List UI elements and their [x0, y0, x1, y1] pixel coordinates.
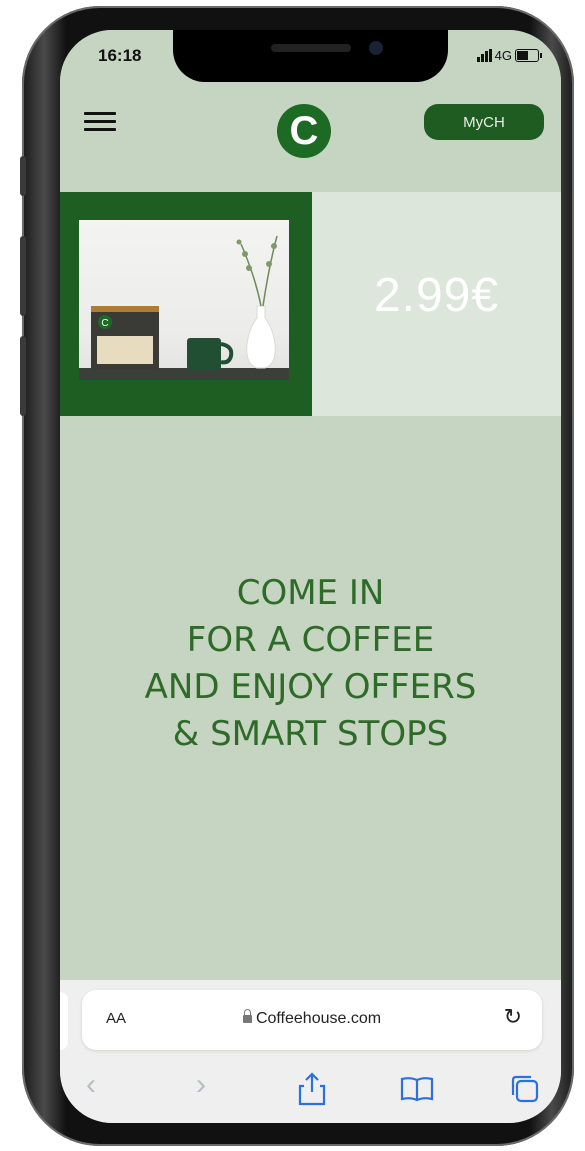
promo-message: COME IN FOR A COFFEE AND ENJOY OFFERS & … — [60, 570, 561, 758]
volume-up-button — [20, 236, 26, 316]
product-image: C — [79, 220, 289, 380]
signal-icon — [476, 49, 492, 62]
status-indicators: 4G — [476, 48, 542, 63]
tabs-icon[interactable] — [510, 1074, 540, 1104]
back-icon[interactable]: ‹ — [86, 1068, 96, 1102]
network-label: 4G — [494, 48, 512, 63]
site-header: C MyCH — [60, 82, 561, 192]
offer-price: 2.99€ — [373, 269, 500, 322]
address-bar[interactable]: AA Coffeehouse.com ↻ — [82, 990, 542, 1050]
browser-toolbar: ‹ › — [60, 1064, 561, 1114]
promo-line-2: FOR A COFFEE — [186, 620, 435, 660]
offer-price-panel: 2.99€ — [312, 192, 561, 416]
mute-switch — [20, 156, 26, 196]
volume-down-button — [20, 336, 26, 416]
promo-line-1: COME IN — [236, 573, 385, 613]
phone-screen: 16:18 4G C MyCH C 2.99€ COME IN FOR A CO… — [60, 30, 561, 1123]
product-box-logo: C — [101, 318, 108, 329]
offer-banner[interactable]: C 2.99€ — [60, 192, 561, 416]
speaker — [271, 44, 351, 52]
url-display[interactable]: Coffeehouse.com — [82, 1009, 542, 1028]
menu-icon[interactable] — [84, 112, 116, 132]
status-time: 16:18 — [98, 46, 142, 65]
previous-tab-edge — [60, 992, 68, 1050]
browser-bottom-bar: AA Coffeehouse.com ↻ ‹ › — [60, 980, 561, 1123]
notch — [173, 30, 448, 82]
share-icon[interactable] — [298, 1072, 326, 1106]
bookmarks-icon[interactable] — [400, 1076, 434, 1102]
forward-icon[interactable]: › — [196, 1068, 206, 1102]
mych-button[interactable]: MyCH — [424, 104, 544, 140]
battery-icon — [515, 49, 542, 62]
reload-icon[interactable]: ↻ — [504, 1004, 522, 1030]
status-bar: 16:18 4G — [60, 30, 561, 82]
front-camera — [369, 41, 383, 55]
promo-line-3: AND ENJOY OFFERS — [144, 667, 477, 707]
brand-logo[interactable]: C — [277, 104, 331, 158]
lock-icon — [242, 1009, 252, 1023]
url-text: Coffeehouse.com — [255, 1010, 382, 1027]
offer-image-frame: C — [60, 192, 312, 416]
promo-line-4: & SMART STOPS — [172, 714, 449, 754]
